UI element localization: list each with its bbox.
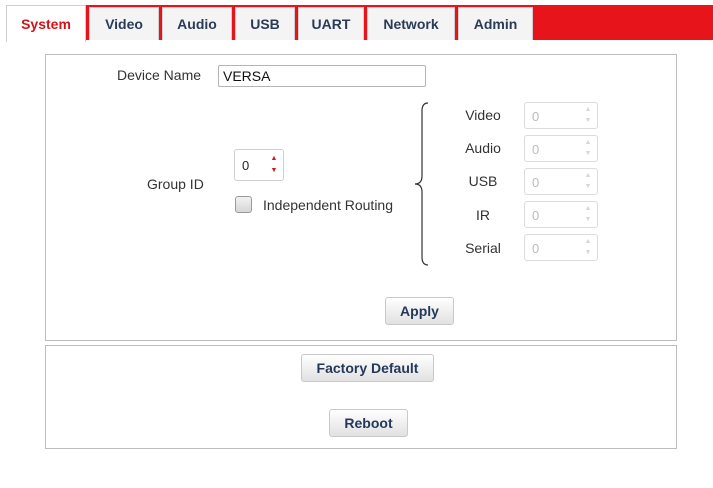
ir-routing-value: 0 <box>532 208 540 223</box>
tab-system[interactable]: System <box>6 5 86 42</box>
increment-icon[interactable]: ▲ <box>583 105 593 115</box>
independent-routing-checkbox[interactable] <box>235 196 252 213</box>
decrement-icon[interactable]: ▼ <box>269 166 279 176</box>
factory-default-button[interactable]: Factory Default <box>301 354 434 382</box>
tab-video[interactable]: Video <box>89 7 159 40</box>
serial-routing-label: Serial <box>465 240 501 256</box>
system-settings-panel: Device Name Group ID 0 ▲ ▼ Independent R… <box>45 54 677 341</box>
decrement-icon[interactable]: ▼ <box>583 182 593 192</box>
tab-network[interactable]: Network <box>367 7 455 40</box>
tab-uart[interactable]: UART <box>298 7 364 40</box>
apply-button[interactable]: Apply <box>385 297 454 325</box>
increment-icon[interactable]: ▲ <box>583 138 593 148</box>
audio-routing-value: 0 <box>532 142 540 157</box>
tab-usb[interactable]: USB <box>235 7 295 40</box>
video-routing-label: Video <box>465 107 501 123</box>
device-name-label: Device Name <box>117 67 202 83</box>
group-id-label: Group ID <box>147 176 204 192</box>
video-routing-stepper[interactable]: 0 ▲ ▼ <box>524 102 598 129</box>
decrement-icon[interactable]: ▼ <box>583 116 593 126</box>
ir-routing-stepper[interactable]: 0 ▲ ▼ <box>524 201 598 228</box>
usb-routing-stepper[interactable]: 0 ▲ ▼ <box>524 168 598 195</box>
increment-icon[interactable]: ▲ <box>269 154 279 164</box>
ir-routing-label: IR <box>476 207 490 223</box>
serial-routing-value: 0 <box>532 241 540 256</box>
brace-icon <box>414 102 429 266</box>
increment-icon[interactable]: ▲ <box>583 171 593 181</box>
audio-routing-stepper[interactable]: 0 ▲ ▼ <box>524 135 598 162</box>
video-routing-value: 0 <box>532 109 540 124</box>
tab-admin[interactable]: Admin <box>458 7 533 40</box>
serial-routing-stepper[interactable]: 0 ▲ ▼ <box>524 234 598 261</box>
usb-routing-label: USB <box>468 173 498 189</box>
group-id-value: 0 <box>242 158 250 173</box>
tab-bar: System Video Audio USB UART Network Admi… <box>6 5 713 42</box>
usb-routing-value: 0 <box>532 175 540 190</box>
reboot-button[interactable]: Reboot <box>329 409 408 437</box>
decrement-icon[interactable]: ▼ <box>583 248 593 258</box>
group-id-stepper[interactable]: 0 ▲ ▼ <box>234 149 284 181</box>
increment-icon[interactable]: ▲ <box>583 204 593 214</box>
device-name-input[interactable] <box>218 65 426 87</box>
independent-routing-label: Independent Routing <box>263 197 393 213</box>
tab-audio[interactable]: Audio <box>162 7 232 40</box>
decrement-icon[interactable]: ▼ <box>583 149 593 159</box>
audio-routing-label: Audio <box>465 140 501 156</box>
increment-icon[interactable]: ▲ <box>583 237 593 247</box>
decrement-icon[interactable]: ▼ <box>583 215 593 225</box>
maintenance-panel: Factory Default Reboot <box>45 345 677 449</box>
